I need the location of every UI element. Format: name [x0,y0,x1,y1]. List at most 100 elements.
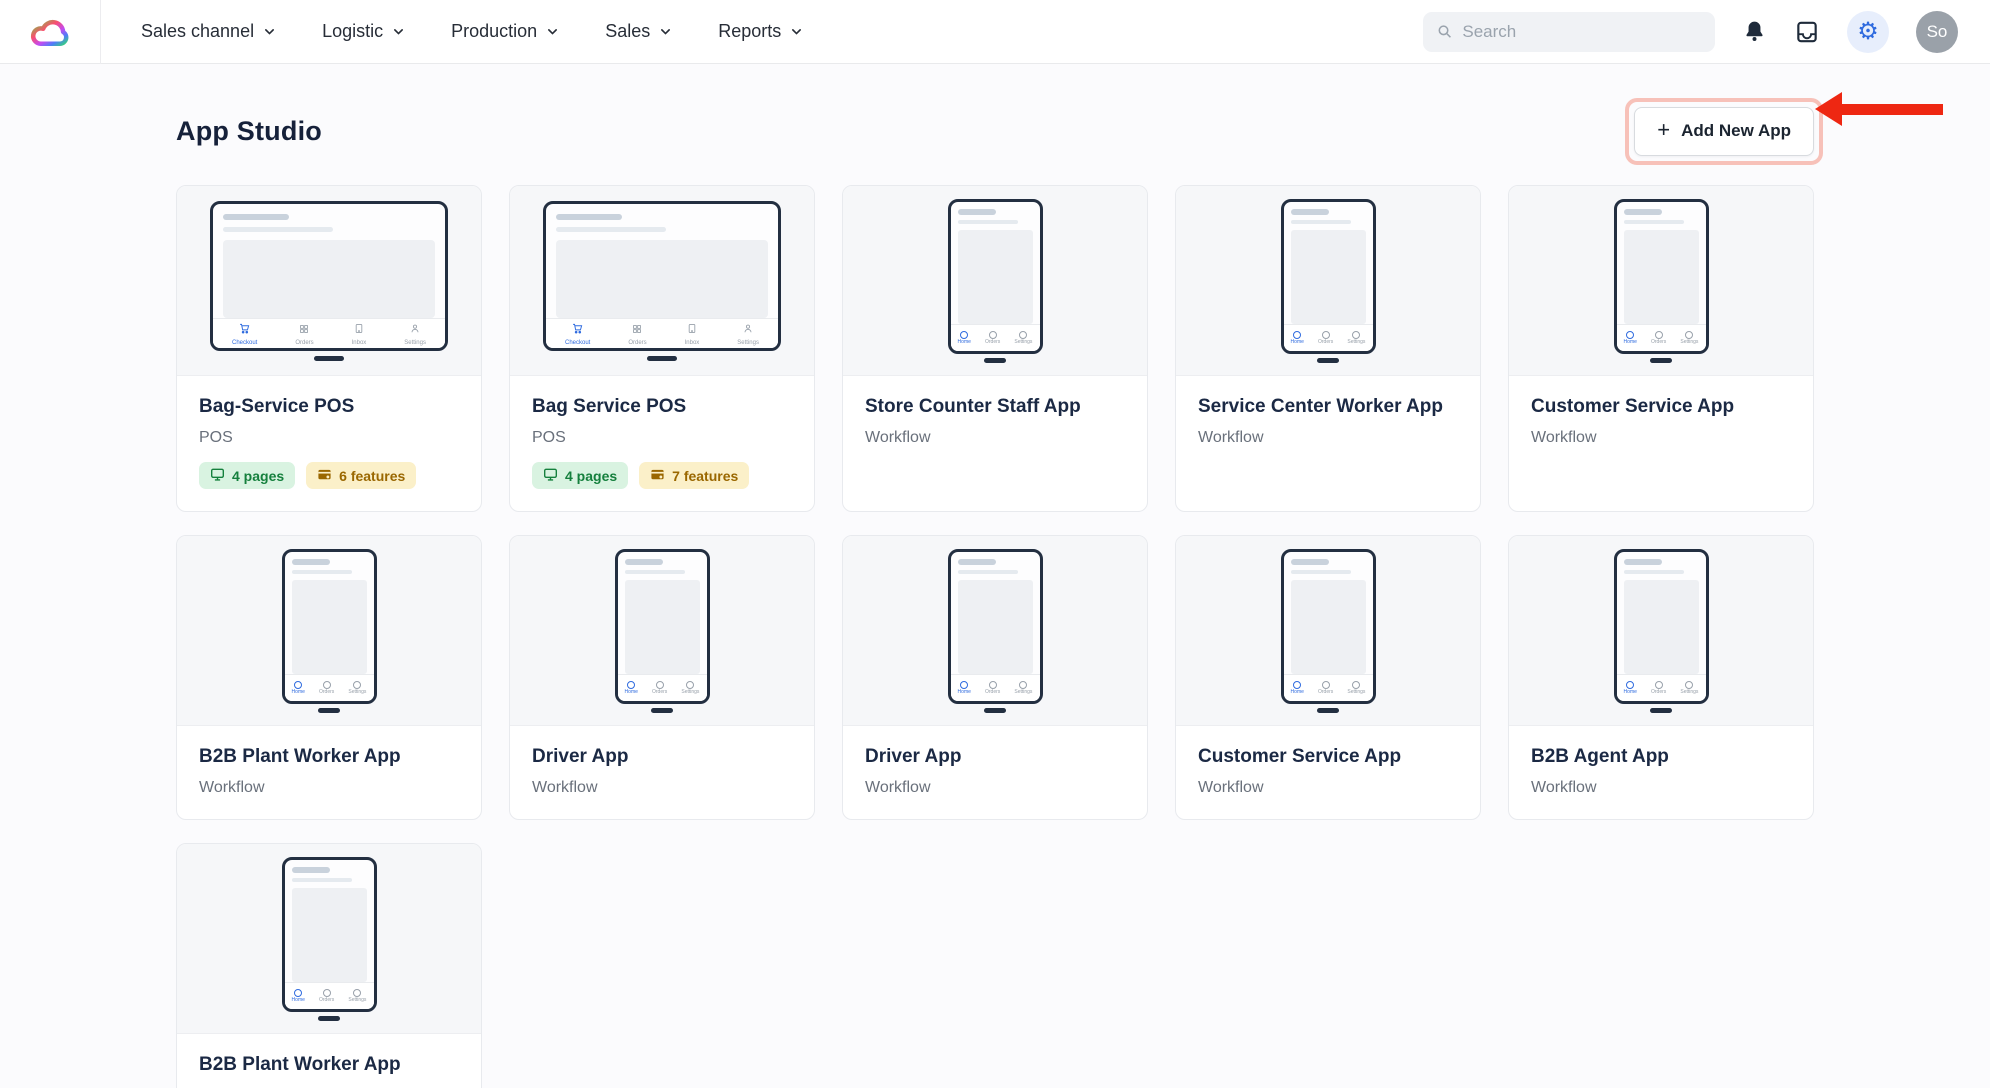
home-indicator [984,357,1006,363]
app-card[interactable]: Home Orders Settings Store Counter Staff… [842,185,1148,512]
skeleton-bar [957,219,1018,224]
mock-tab-orders: Orders [985,330,1000,345]
mock-tab-settings: Settings [404,321,426,346]
app-card[interactable]: Home Orders Settings Driver App Workflow [842,535,1148,820]
person-icon [410,321,420,339]
app-card[interactable]: Home Orders Settings Customer Service Ap… [1175,535,1481,820]
phone-mockup: Home Orders Settings [281,548,377,713]
skeleton-bar [957,208,996,215]
circle-icon [1685,680,1694,689]
features-badge-icon [317,467,332,485]
page-head: App Studio + Add New App [176,97,1823,165]
screen-placeholder [957,579,1033,674]
card-info: Customer Service App Workflow [1509,376,1813,469]
app-studio-page: App Studio + Add New App Checkout Orders… [0,97,1990,1088]
app-type: POS [199,429,233,446]
nav-item-label: Production [451,21,538,41]
app-card[interactable]: Home Orders Settings B2B Plant Worker Ap… [176,843,482,1088]
phone-mockup: Home Orders Settings [614,548,710,713]
nav-item-logistic[interactable]: Logistic [322,21,405,42]
home-indicator [651,707,673,713]
circle-icon [1352,330,1361,339]
tablet-icon [354,321,364,339]
user-avatar[interactable]: So [1916,10,1958,53]
circle-icon [960,680,969,689]
features-badge: 6 features [306,462,417,489]
app-type: Workflow [532,779,598,796]
skeleton-bar [1290,569,1351,574]
card-info: Bag Service POS POS 4 pages 7 features [510,376,814,511]
mock-tab-settings: Settings [1014,330,1032,345]
mock-tab-settings: Settings [348,680,366,695]
pages-badge: 4 pages [199,462,296,489]
cloud-logo-icon [31,19,69,46]
skeleton-bar [1290,219,1351,224]
mock-tab-settings: Settings [1347,330,1365,345]
phone-mockup: Home Orders Settings [1280,198,1376,363]
plus-icon: + [1657,117,1671,142]
circle-icon [1321,680,1330,689]
app-type: Workflow [199,779,265,796]
nav-item-sales-channel[interactable]: Sales channel [141,21,276,42]
main-nav: Sales channel Logistic Production Sales … [141,21,803,42]
app-name: Customer Service App [1531,396,1735,417]
mock-tab-orders: Orders [652,680,667,695]
app-card[interactable]: Checkout Orders Inbox Settings Bag-Servi… [176,185,482,512]
screen-placeholder [291,887,367,982]
pages-badge: 4 pages [532,462,629,489]
add-new-app-button[interactable]: + Add New App [1634,106,1814,156]
nav-item-label: Sales [605,21,651,41]
app-card[interactable]: Home Orders Settings B2B Plant Worker Ap… [176,535,482,820]
skeleton-bar [556,226,666,232]
search-input[interactable] [1462,21,1701,42]
app-card[interactable]: Home Orders Settings B2B Agent App Workf… [1508,535,1814,820]
mock-tab-settings: Settings [1014,680,1032,695]
mock-tabbar: Checkout Orders Inbox Settings [546,317,778,348]
app-preview: Home Orders Settings [177,844,481,1034]
mock-tab-home: Home [625,680,638,695]
search-box[interactable] [1423,11,1715,52]
app-card[interactable]: Home Orders Settings Service Center Work… [1175,185,1481,512]
nav-item-reports[interactable]: Reports [718,21,803,42]
nav-item-sales[interactable]: Sales [605,21,672,42]
mock-tab-checkout: Checkout [565,321,590,346]
skeleton-bar [291,569,352,574]
mock-tabbar: Home Orders Settings [950,673,1040,701]
app-card[interactable]: Checkout Orders Inbox Settings Bag Servi… [509,185,815,512]
skeleton-bar [223,226,333,232]
app-preview: Home Orders Settings [510,536,814,726]
notifications-button[interactable] [1742,19,1767,44]
person-icon [743,321,753,339]
features-badge-icon [650,467,665,485]
skeleton-bar [1623,558,1662,565]
app-preview: Home Orders Settings [1509,536,1813,726]
chevron-down-icon [394,29,404,35]
app-card[interactable]: Home Orders Settings Driver App Workflow [509,535,815,820]
nav-item-production[interactable]: Production [451,21,559,42]
phone-mockup: Home Orders Settings [1613,548,1709,713]
mock-tab-home: Home [1291,330,1304,345]
circle-icon [1685,330,1694,339]
screen-placeholder [1623,229,1699,324]
app-card[interactable]: Home Orders Settings Customer Service Ap… [1508,185,1814,512]
brand-logo[interactable] [0,0,100,64]
circle-icon [353,680,362,689]
mock-tab-settings: Settings [1680,330,1698,345]
home-indicator [318,1015,340,1021]
nav-item-label: Sales channel [141,21,255,41]
settings-button[interactable]: ⚙ [1847,10,1889,53]
app-name: Driver App [532,746,629,767]
inbox-button[interactable] [1794,19,1820,45]
mock-tabbar: Home Orders Settings [1616,673,1706,701]
circle-icon [1019,330,1028,339]
skeleton-bar [1623,219,1684,224]
mock-tab-orders: Orders [1318,680,1333,695]
skeleton-bar [957,558,996,565]
mock-tab-orders: Orders [985,680,1000,695]
circle-icon [353,988,362,997]
tablet-mockup: Checkout Orders Inbox Settings [210,200,448,361]
home-indicator [1650,357,1672,363]
home-indicator [314,355,344,361]
mock-tab-home: Home [1291,680,1304,695]
bell-icon [1746,21,1763,41]
